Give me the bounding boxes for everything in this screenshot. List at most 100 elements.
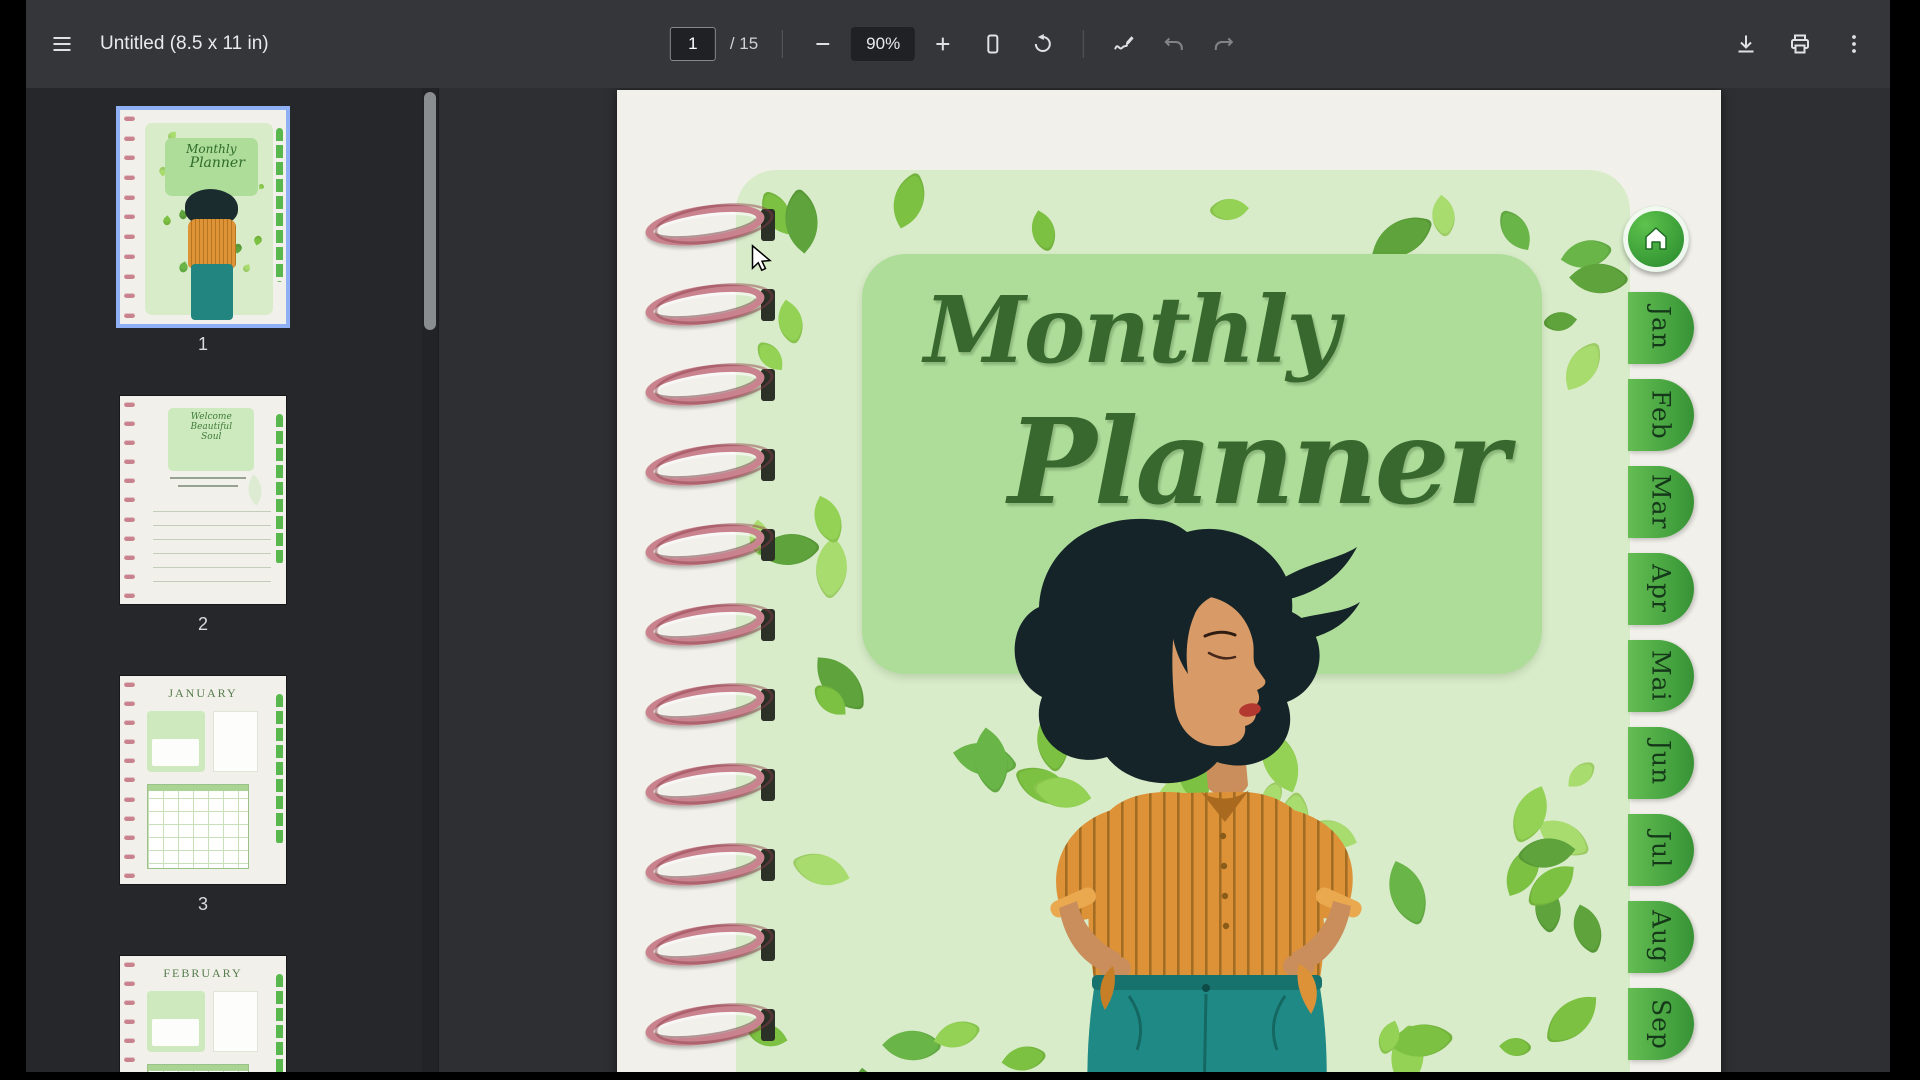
leaf xyxy=(791,840,849,898)
month-tab-sep[interactable]: Sep xyxy=(1628,988,1694,1060)
rotate-button[interactable] xyxy=(1021,22,1065,66)
thumb-calendar-grid xyxy=(147,1064,250,1072)
month-tab-label: Jun xyxy=(1647,740,1676,785)
leaf xyxy=(1495,210,1535,250)
thumbnail-item-2: Welcome Beautiful Soul 2 xyxy=(120,396,286,636)
redo-icon xyxy=(1212,32,1236,56)
redo-button[interactable] xyxy=(1202,22,1246,66)
month-tab-mai[interactable]: Mai xyxy=(1628,640,1694,712)
month-tab-label: Apr xyxy=(1647,564,1676,613)
month-tab-feb[interactable]: Feb xyxy=(1628,379,1694,451)
month-tab-label: Sep xyxy=(1647,999,1676,1050)
thumb-photo-box xyxy=(213,991,258,1051)
thumb-welcome-line2: Beautiful xyxy=(168,422,254,432)
menu-button[interactable] xyxy=(40,22,84,66)
page-thumbnail-4[interactable]: FEBRUARY xyxy=(120,956,286,1072)
thumb-welcome-mini: Welcome Beautiful Soul xyxy=(120,396,286,604)
toolbar: Untitled (8.5 x 11 in) / 15 90% xyxy=(26,0,1890,88)
zoom-out-button[interactable] xyxy=(801,22,845,66)
thumbnail-item-3: JANUARY 3 xyxy=(120,676,286,916)
thumb-month-tabs-strip xyxy=(276,128,283,282)
thumb-notes-box xyxy=(147,711,205,771)
leaf xyxy=(882,1015,943,1072)
leaf xyxy=(161,216,172,227)
spiral-coil xyxy=(645,926,771,964)
document-viewer[interactable]: Monthly Planner xyxy=(438,88,1890,1072)
sidebar-scrollbar-thumb[interactable] xyxy=(424,92,436,330)
leaf xyxy=(252,235,263,246)
leaf xyxy=(1022,210,1065,253)
undo-button[interactable] xyxy=(1152,22,1196,66)
thumb-welcome-line3: Soul xyxy=(168,432,254,442)
rotate-icon xyxy=(1031,32,1055,56)
page-thumbnail-2[interactable]: Welcome Beautiful Soul xyxy=(120,396,286,604)
page-thumbnail-3[interactable]: JANUARY xyxy=(120,676,286,884)
leaf xyxy=(1542,304,1577,339)
month-tab-label: Feb xyxy=(1647,390,1676,440)
leaf xyxy=(1568,761,1594,787)
thumb-calendar-grid xyxy=(147,784,250,869)
page-number-label-3: 3 xyxy=(198,894,208,916)
thumb-caption-bar xyxy=(178,485,238,487)
annotate-button[interactable] xyxy=(1102,22,1146,66)
thumbnail-item-4: FEBRUARY 4 xyxy=(120,956,286,1072)
page-count-label: / 15 xyxy=(730,34,758,54)
leaf xyxy=(1547,995,1596,1044)
thumbnail-sidebar: Monthly Planner 1 xyxy=(26,88,438,1072)
more-options-button[interactable] xyxy=(1832,22,1876,66)
sidebar-scrollbar[interactable] xyxy=(422,88,438,1072)
thumb-woman-shirt xyxy=(188,219,236,268)
month-tab-jun[interactable]: Jun xyxy=(1628,727,1694,799)
month-tab-aug[interactable]: Aug xyxy=(1628,901,1694,973)
thumb-january-mini: JANUARY xyxy=(120,676,286,884)
thumb-cover-title-line2: Planner xyxy=(177,156,258,171)
home-button[interactable] xyxy=(1623,206,1689,272)
more-vert-icon xyxy=(1842,32,1866,56)
cover-title-line1: Monthly xyxy=(924,276,1338,384)
thumbnail-item-1: Monthly Planner 1 xyxy=(120,110,286,356)
thumb-spiral-binding xyxy=(124,116,135,318)
month-tab-mar[interactable]: Mar xyxy=(1628,466,1694,538)
toolbar-divider xyxy=(782,30,783,58)
page-number-label-2: 2 xyxy=(198,614,208,636)
thumb-caption-bar xyxy=(170,477,246,479)
mouse-cursor xyxy=(745,242,775,272)
download-button[interactable] xyxy=(1724,22,1768,66)
thumb-february-mini: FEBRUARY xyxy=(120,956,286,1072)
document-title: Untitled (8.5 x 11 in) xyxy=(100,33,269,55)
thumb-month-tabs-strip xyxy=(276,414,283,564)
leaf xyxy=(880,171,937,228)
leaf xyxy=(1375,861,1440,926)
spiral-coil xyxy=(645,446,771,484)
leaf xyxy=(804,496,852,544)
fit-page-icon xyxy=(981,32,1005,56)
spiral-coil xyxy=(645,526,771,564)
month-tab-jul[interactable]: Jul xyxy=(1628,814,1694,886)
thumb-welcome-box: Welcome Beautiful Soul xyxy=(168,408,254,470)
leaf xyxy=(1562,904,1612,954)
fit-page-button[interactable] xyxy=(971,22,1015,66)
draw-ink-icon xyxy=(1112,32,1136,56)
woman-illustration xyxy=(947,502,1367,1072)
print-icon xyxy=(1788,32,1812,56)
thumb-cover-title-box: Monthly Planner xyxy=(165,138,258,196)
leaf xyxy=(846,1068,883,1072)
spiral-coil xyxy=(645,206,771,244)
thumb-month-tabs-strip xyxy=(276,694,283,844)
spiral-coil xyxy=(645,606,771,644)
month-tab-apr[interactable]: Apr xyxy=(1628,553,1694,625)
page-thumbnail-1[interactable]: Monthly Planner xyxy=(120,110,286,324)
page-number-label-1: 1 xyxy=(198,334,208,356)
leaf xyxy=(1208,189,1249,230)
spiral-coil xyxy=(645,1006,771,1044)
hamburger-icon xyxy=(50,32,74,56)
spiral-coil xyxy=(645,286,771,324)
print-button[interactable] xyxy=(1778,22,1822,66)
zoom-level-field[interactable]: 90% xyxy=(851,27,915,61)
thumb-spiral-binding xyxy=(124,682,135,878)
month-tab-jan[interactable]: Jan xyxy=(1628,292,1694,364)
page-number-input[interactable] xyxy=(670,27,716,61)
thumb-cover-title-line1: Monthly xyxy=(165,143,258,156)
zoom-in-button[interactable] xyxy=(921,22,965,66)
pdf-viewer-app: Untitled (8.5 x 11 in) / 15 90% xyxy=(26,0,1890,1072)
